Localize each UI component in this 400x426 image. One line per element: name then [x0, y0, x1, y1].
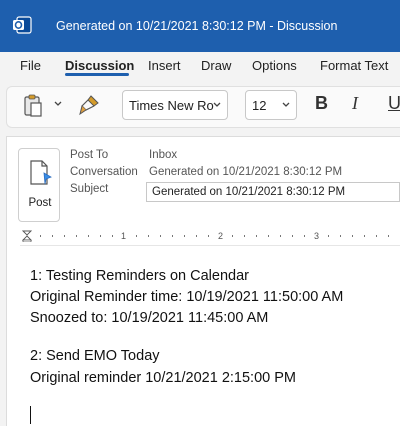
ruler-tick	[52, 235, 53, 237]
ruler-tick	[256, 235, 257, 237]
post-button-label: Post	[28, 197, 52, 209]
ruler-tick	[364, 235, 365, 237]
title-bar: Generated on 10/21/2021 8:30:12 PM - Dis…	[0, 0, 400, 52]
tab-discussion[interactable]: Discussion	[65, 58, 134, 73]
italic-button[interactable]: I	[352, 93, 358, 114]
bold-button[interactable]: B	[315, 93, 328, 114]
ruler-tick	[88, 235, 89, 237]
ruler-tick	[64, 235, 65, 237]
ruler-tick	[196, 235, 197, 237]
tab-options[interactable]: Options	[252, 58, 297, 73]
ruler-tick	[100, 235, 101, 237]
subject-label: Subject	[70, 183, 109, 195]
font-size-value: 12	[252, 98, 267, 113]
post-icon	[30, 160, 52, 185]
ruler-tick	[172, 235, 173, 237]
outlook-app-icon	[13, 16, 32, 34]
indent-marker-icon[interactable]	[22, 230, 32, 242]
body-line[interactable]: Snoozed to: 10/19/2021 11:45:00 AM	[30, 310, 268, 326]
ruler-tick	[184, 235, 185, 237]
ruler-tick	[136, 235, 137, 237]
ribbon-tabs: File Discussion Insert Draw Options Form…	[0, 52, 400, 80]
body-line[interactable]: Original Reminder time: 10/19/2021 11:50…	[30, 289, 343, 305]
subject-input[interactable]	[146, 182, 400, 202]
ruler-tick	[376, 235, 377, 237]
text-caret	[30, 406, 31, 424]
ruler-tick	[76, 235, 77, 237]
body-line[interactable]: 1: Testing Reminders on Calendar	[30, 268, 249, 284]
ruler-tick	[112, 235, 113, 237]
ruler-tick	[244, 235, 245, 237]
ruler-tick	[340, 235, 341, 237]
tab-file[interactable]: File	[20, 58, 41, 73]
ruler-tick	[328, 235, 329, 237]
ruler-tick	[148, 235, 149, 237]
ruler-mark-2: 2	[218, 231, 224, 241]
ruler-tick	[388, 235, 389, 237]
post-button[interactable]: Post	[18, 148, 60, 222]
active-tab-indicator	[65, 73, 129, 76]
ruler-tick	[40, 235, 41, 237]
ruler-tick	[280, 235, 281, 237]
window-title: Generated on 10/21/2021 8:30:12 PM - Dis…	[56, 19, 338, 33]
ruler-mark-1: 1	[121, 231, 127, 241]
paste-dropdown-chevron-icon[interactable]	[54, 101, 62, 107]
font-name-value: Times New Ro	[129, 98, 214, 113]
conversation-value: Generated on 10/21/2021 8:30:12 PM	[149, 166, 343, 178]
ruler-mark-3: 3	[314, 231, 320, 241]
tab-insert[interactable]: Insert	[148, 58, 181, 73]
ruler-tick	[232, 235, 233, 237]
conversation-label: Conversation	[70, 166, 138, 178]
ruler-tick	[304, 235, 305, 237]
tab-format-text[interactable]: Format Text	[320, 58, 388, 73]
ruler-tick	[160, 235, 161, 237]
chevron-down-icon	[213, 102, 221, 107]
ruler-tick	[292, 235, 293, 237]
chevron-down-icon	[282, 102, 290, 107]
font-size-dropdown[interactable]: 12	[245, 90, 297, 120]
font-name-dropdown[interactable]: Times New Ro	[122, 90, 228, 120]
ruler[interactable]: 1 2 3	[20, 228, 400, 246]
underline-button[interactable]: U	[388, 93, 400, 114]
paste-icon[interactable]	[22, 94, 44, 118]
body-line[interactable]: Original reminder 10/21/2021 2:15:00 PM	[30, 370, 296, 386]
tab-draw[interactable]: Draw	[201, 58, 231, 73]
post-to-label: Post To	[70, 149, 109, 161]
ruler-tick	[352, 235, 353, 237]
ruler-tick	[208, 235, 209, 237]
format-painter-icon[interactable]	[78, 94, 100, 116]
body-line[interactable]: 2: Send EMO Today	[30, 348, 160, 364]
post-to-value: Inbox	[149, 149, 178, 161]
ruler-tick	[268, 235, 269, 237]
